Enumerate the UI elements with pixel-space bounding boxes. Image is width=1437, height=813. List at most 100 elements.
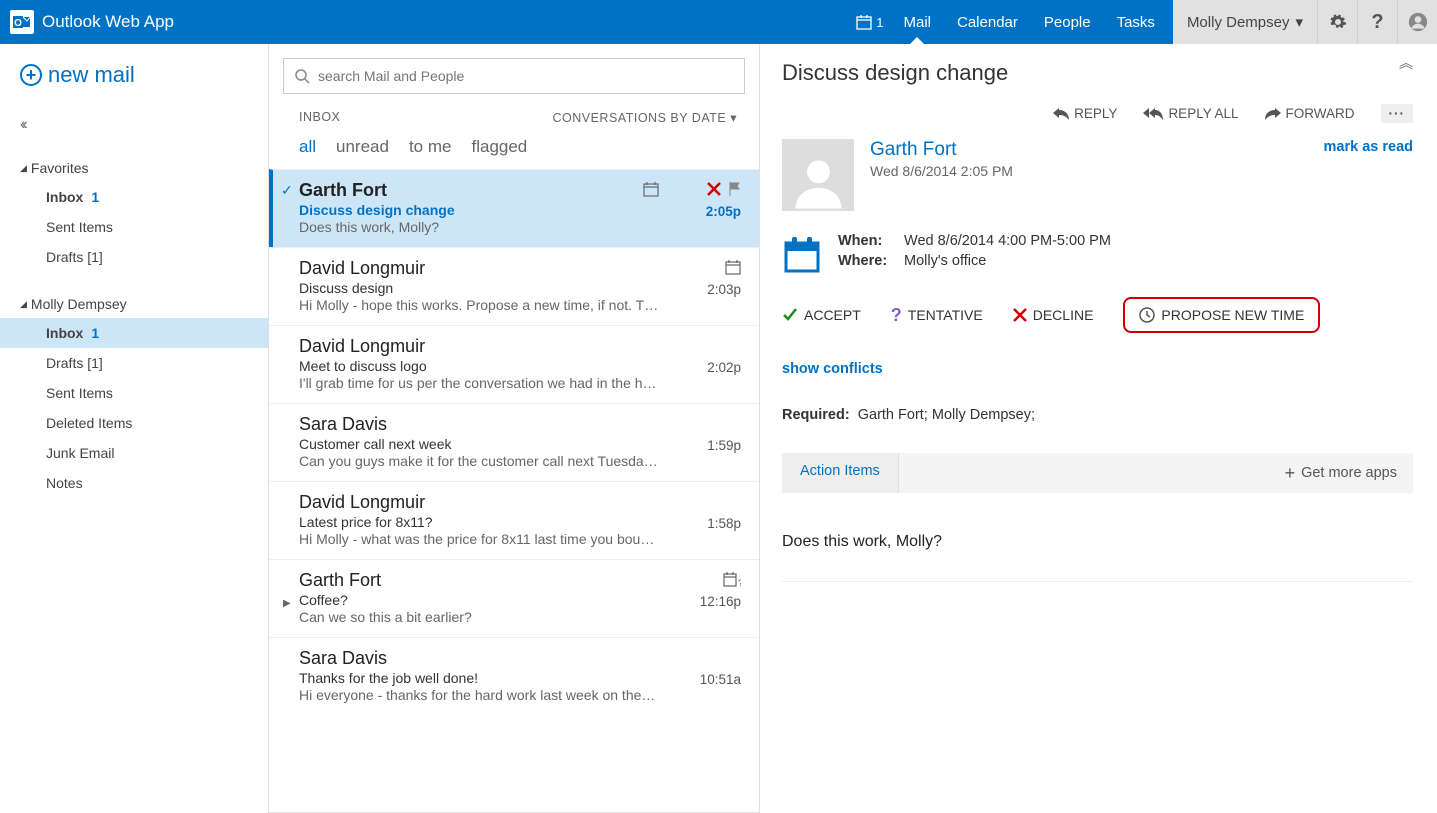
nav-calendar[interactable]: Calendar <box>955 2 1020 43</box>
settings-button[interactable] <box>1317 0 1357 44</box>
list-header: INBOX CONVERSATIONS BY DATE ▾ <box>269 100 759 131</box>
filter-all[interactable]: all <box>299 137 316 157</box>
message-preview: Hi Molly - hope this works. Propose a ne… <box>299 297 679 313</box>
reply-icon <box>1053 108 1069 120</box>
message-from: Sara Davis <box>299 648 741 669</box>
nav-item[interactable]: Drafts [1] <box>0 242 268 272</box>
nav-item-label: Junk Email <box>46 445 114 461</box>
required-label: Required: <box>782 407 850 423</box>
message-time: 2:03p <box>707 282 741 297</box>
message-list-panel: INBOX CONVERSATIONS BY DATE ▾ all unread… <box>268 44 760 813</box>
message-item[interactable]: ✓Garth FortDiscuss design changeDoes thi… <box>269 169 759 247</box>
top-nav: Mail Calendar People Tasks <box>901 2 1156 43</box>
top-bar: O Outlook Web App 1 Mail Calendar People… <box>0 0 1437 44</box>
nav-item[interactable]: Notes <box>0 468 268 498</box>
decline-button[interactable]: DECLINE <box>1013 307 1094 323</box>
filter-unread[interactable]: unread <box>336 137 389 157</box>
collapse-reading-button[interactable]: ︽ <box>1399 60 1413 67</box>
calendar-count: 1 <box>876 15 883 30</box>
filter-row: all unread to me flagged <box>269 131 759 169</box>
message-preview: Does this work, Molly? <box>299 219 679 235</box>
app-bar: Action Items + Get more apps <box>782 453 1413 493</box>
nav-item-label: Deleted Items <box>46 415 132 431</box>
more-actions-button[interactable]: ··· <box>1381 104 1414 123</box>
message-time: 12:16p <box>700 594 741 609</box>
svg-text:?: ? <box>738 578 741 587</box>
required-row: Required: Garth Fort; Molly Dempsey; <box>782 407 1413 423</box>
accept-button[interactable]: ACCEPT <box>782 307 861 323</box>
calendar-icon <box>725 258 741 275</box>
messages-container: ✓Garth FortDiscuss design changeDoes thi… <box>269 169 759 812</box>
flag-icon[interactable] <box>729 180 741 197</box>
message-subject: Discuss design change <box>299 202 741 218</box>
user-menu[interactable]: Molly Dempsey ▾ <box>1173 0 1317 44</box>
message-preview: Hi everyone - thanks for the hard work l… <box>299 687 679 703</box>
sort-button[interactable]: CONVERSATIONS BY DATE ▾ <box>552 110 737 125</box>
nav-item-label: Inbox <box>46 189 83 205</box>
nav-item-label: Drafts [1] <box>46 249 103 265</box>
get-more-apps-button[interactable]: + Get more apps <box>1269 453 1413 493</box>
message-item[interactable]: David LongmuirDiscuss designHi Molly - h… <box>269 247 759 325</box>
message-from: David Longmuir <box>299 336 741 357</box>
propose-new-time-button[interactable]: PROPOSE NEW TIME <box>1123 297 1320 333</box>
reply-button[interactable]: REPLY <box>1053 106 1117 121</box>
message-time: 1:59p <box>707 438 741 453</box>
nav-tasks[interactable]: Tasks <box>1115 2 1157 43</box>
delete-icon[interactable] <box>707 180 721 197</box>
nav-item[interactable]: Sent Items <box>0 212 268 242</box>
message-preview: Hi Molly - what was the price for 8x11 l… <box>299 531 679 547</box>
search-input[interactable] <box>318 68 734 84</box>
triangle-down-icon: ◢ <box>20 163 27 174</box>
expand-triangle-icon[interactable]: ▶ <box>283 598 291 609</box>
message-item[interactable]: ▶?Garth FortCoffee?Can we so this a bit … <box>269 559 759 637</box>
nav-item[interactable]: Sent Items <box>0 378 268 408</box>
message-time: 2:02p <box>707 360 741 375</box>
calendar-icon <box>643 180 659 197</box>
account-header[interactable]: ◢ Molly Dempsey <box>20 290 268 318</box>
message-subject: Discuss design <box>299 280 741 296</box>
tentative-button[interactable]: ? TENTATIVE <box>891 305 983 326</box>
message-subject: Meet to discuss logo <box>299 358 741 374</box>
action-items-tab[interactable]: Action Items <box>782 453 899 493</box>
folder-label: INBOX <box>299 110 340 125</box>
sort-label: CONVERSATIONS BY DATE <box>552 111 726 125</box>
search-box[interactable] <box>283 58 745 94</box>
calendar-notifications[interactable]: 1 <box>856 14 883 30</box>
show-conflicts-link[interactable]: show conflicts <box>782 361 1413 377</box>
account-button[interactable] <box>1397 0 1437 44</box>
reply-all-button[interactable]: REPLY ALL <box>1143 106 1238 121</box>
message-item[interactable]: Sara DavisThanks for the job well done!H… <box>269 637 759 715</box>
left-nav: + new mail ‹‹ ◢ Favorites Inbox1Sent Ite… <box>0 44 268 813</box>
nav-item[interactable]: Junk Email <box>0 438 268 468</box>
help-button[interactable]: ? <box>1357 0 1397 44</box>
message-preview: Can we so this a bit earlier? <box>299 609 679 625</box>
collapse-nav-button[interactable]: ‹‹ <box>20 116 268 134</box>
nav-mail[interactable]: Mail <box>901 2 933 43</box>
filter-to-me[interactable]: to me <box>409 137 452 157</box>
nav-item[interactable]: Inbox1 <box>0 182 268 212</box>
new-mail-button[interactable]: + new mail <box>20 62 268 88</box>
message-action-bar: REPLY REPLY ALL FORWARD ··· <box>782 104 1413 123</box>
main-layout: + new mail ‹‹ ◢ Favorites Inbox1Sent Ite… <box>0 44 1437 813</box>
triangle-down-icon: ◢ <box>20 299 27 310</box>
message-item[interactable]: David LongmuirLatest price for 8x11?Hi M… <box>269 481 759 559</box>
message-item[interactable]: David LongmuirMeet to discuss logoI'll g… <box>269 325 759 403</box>
nav-item[interactable]: Inbox1 <box>0 318 268 348</box>
check-icon: ✓ <box>281 182 293 199</box>
x-icon <box>1013 308 1027 322</box>
nav-item[interactable]: Deleted Items <box>0 408 268 438</box>
message-subject: Coffee? <box>299 592 741 608</box>
message-body: Does this work, Molly? <box>782 533 1413 582</box>
sender-name[interactable]: Garth Fort <box>870 139 1013 161</box>
message-title: Discuss design change <box>782 60 1008 86</box>
forward-button[interactable]: FORWARD <box>1265 106 1355 121</box>
help-icon: ? <box>1371 11 1383 34</box>
nav-item[interactable]: Drafts [1] <box>0 348 268 378</box>
chevron-down-icon: ▾ <box>730 110 737 125</box>
mark-as-read-link[interactable]: mark as read <box>1324 139 1413 211</box>
nav-people[interactable]: People <box>1042 2 1093 43</box>
search-icon <box>294 68 310 84</box>
filter-flagged[interactable]: flagged <box>471 137 527 157</box>
message-item[interactable]: Sara DavisCustomer call next weekCan you… <box>269 403 759 481</box>
favorites-header[interactable]: ◢ Favorites <box>20 154 268 182</box>
